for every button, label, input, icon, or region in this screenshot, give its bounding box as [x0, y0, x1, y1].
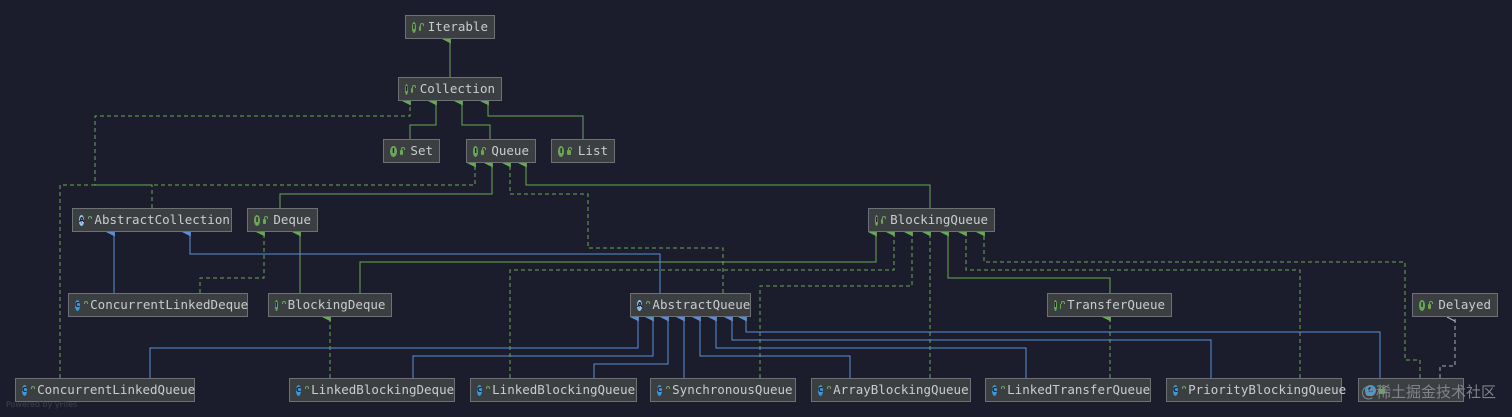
node-label: AbstractQueue: [652, 297, 751, 312]
public-lock-icon: [481, 146, 487, 155]
public-lock-icon: [1428, 300, 1434, 309]
edge-linkedtransferqueue-abstractqueue: [707, 312, 1027, 378]
node-transfer-queue[interactable]: I TransferQueue: [1047, 293, 1172, 317]
interface-icon: I: [1419, 299, 1426, 311]
edge-blockingqueue-queue: [517, 158, 931, 208]
node-label: Delayed: [1438, 297, 1491, 312]
node-abstract-queue[interactable]: A AbstractQueue: [630, 293, 751, 317]
node-label: LinkedTransferQueue: [1007, 382, 1151, 397]
public-lock-icon: [399, 146, 405, 155]
interface-icon: I: [254, 214, 261, 226]
class-icon: C: [1173, 384, 1179, 396]
interface-icon: I: [1054, 299, 1057, 311]
node-label: LinkedBlockingQueue: [492, 382, 636, 397]
node-blocking-deque[interactable]: I BlockingDeque: [268, 293, 392, 317]
interface-icon: I: [390, 145, 397, 157]
node-blocking-queue[interactable]: I BlockingQueue: [868, 208, 995, 232]
node-concurrent-linked-queue[interactable]: C ConcurrentLinkedQueue: [15, 378, 195, 402]
node-label: PriorityBlockingQueue: [1188, 382, 1347, 397]
node-abstract-collection[interactable]: A AbstractCollection: [72, 208, 232, 232]
public-lock-icon: [263, 215, 269, 224]
interface-icon: I: [412, 21, 416, 33]
node-label: Deque: [273, 212, 311, 227]
public-lock-icon: [411, 84, 416, 93]
node-queue[interactable]: I Queue: [466, 139, 536, 163]
edge-abstractqueue-queue: [501, 158, 724, 293]
class-icon: C: [992, 384, 998, 396]
class-icon: C: [296, 384, 302, 396]
edge-abstractcollection-collection: [94, 96, 411, 208]
class-icon: C: [75, 299, 81, 311]
node-concurrent-linked-deque[interactable]: C ConcurrentLinkedDeque: [68, 293, 248, 317]
public-lock-icon: [418, 22, 424, 31]
abstract-class-icon: A: [79, 214, 85, 226]
node-delayed[interactable]: I Delayed: [1412, 293, 1498, 317]
edge-concurrentlinkedqueue-abstractqueue: [149, 312, 639, 378]
interface-icon: I: [473, 145, 479, 157]
node-linked-transfer-queue[interactable]: C LinkedTransferQueue: [985, 378, 1151, 402]
node-label: ArrayBlockingQueue: [833, 382, 969, 397]
watermark-label: @稀土掘金技术社区: [1360, 383, 1496, 401]
edge-concurrentlinkeddeque-deque: [199, 227, 265, 293]
node-label: LinkedBlockingDeque: [311, 382, 455, 397]
node-label: AbstractCollection: [94, 212, 230, 227]
node-synchronous-queue[interactable]: C SynchronousQueue: [650, 378, 796, 402]
node-priority-blocking-queue[interactable]: C PriorityBlockingQueue: [1166, 378, 1346, 402]
edge-delayqueue-delayed: [1439, 317, 1455, 378]
abstract-class-icon: A: [637, 299, 643, 311]
node-label: Iterable: [427, 19, 488, 34]
interface-icon: I: [275, 299, 278, 311]
interface-icon: I: [558, 145, 565, 157]
class-icon: C: [818, 384, 824, 396]
uml-class-diagram: I Iterable I Collection I Set I Queue I List A Abst…: [0, 0, 1512, 417]
node-array-blocking-queue[interactable]: C ArrayBlockingQueue: [811, 378, 971, 402]
node-iterable[interactable]: I Iterable: [405, 15, 495, 39]
node-list[interactable]: I List: [551, 139, 615, 163]
class-icon: C: [22, 384, 28, 396]
interface-icon: I: [405, 83, 409, 95]
edge-concurrentlinkedqueue-queue: [59, 158, 476, 378]
node-deque[interactable]: I Deque: [247, 208, 318, 232]
public-lock-icon: [1059, 300, 1063, 309]
node-collection[interactable]: I Collection: [398, 77, 502, 101]
edge-list-collection: [479, 96, 584, 139]
public-lock-icon: [567, 146, 574, 155]
node-label: BlockingDeque: [287, 297, 386, 312]
powered-by-label: Powered by yFiles: [6, 400, 78, 409]
node-label: Collection: [419, 81, 495, 96]
node-label: TransferQueue: [1067, 297, 1165, 312]
node-label: List: [577, 143, 608, 158]
node-label: ConcurrentLinkedDeque: [90, 297, 249, 312]
node-label: Queue: [491, 143, 529, 158]
node-label: SynchronousQueue: [672, 382, 793, 397]
node-label: BlockingQueue: [890, 212, 988, 227]
edge-blockingdeque-blockingqueue: [359, 227, 877, 293]
class-icon: C: [477, 384, 483, 396]
public-lock-icon: [881, 215, 886, 224]
interface-icon: I: [875, 214, 879, 226]
node-label: Set: [410, 143, 433, 158]
node-set[interactable]: I Set: [383, 139, 440, 163]
class-icon: C: [657, 384, 663, 396]
node-label: ConcurrentLinkedQueue: [37, 382, 196, 397]
node-linked-blocking-queue[interactable]: C LinkedBlockingQueue: [470, 378, 637, 402]
edge-queue-collection: [453, 96, 491, 139]
node-linked-blocking-deque[interactable]: C LinkedBlockingDeque: [289, 378, 455, 402]
edge-set-collection: [409, 96, 437, 139]
